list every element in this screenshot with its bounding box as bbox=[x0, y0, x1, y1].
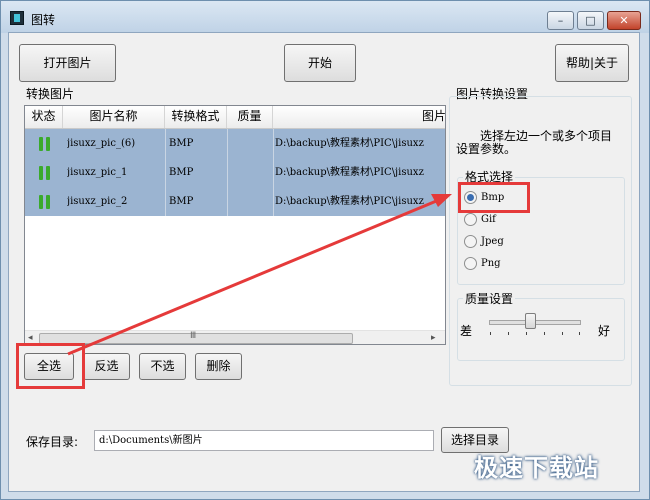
annotation-box-select-all bbox=[16, 343, 85, 389]
annotation-arrow bbox=[67, 194, 452, 356]
annotation-box-bmp bbox=[458, 182, 530, 213]
watermark: 极速下载站 bbox=[474, 454, 599, 482]
